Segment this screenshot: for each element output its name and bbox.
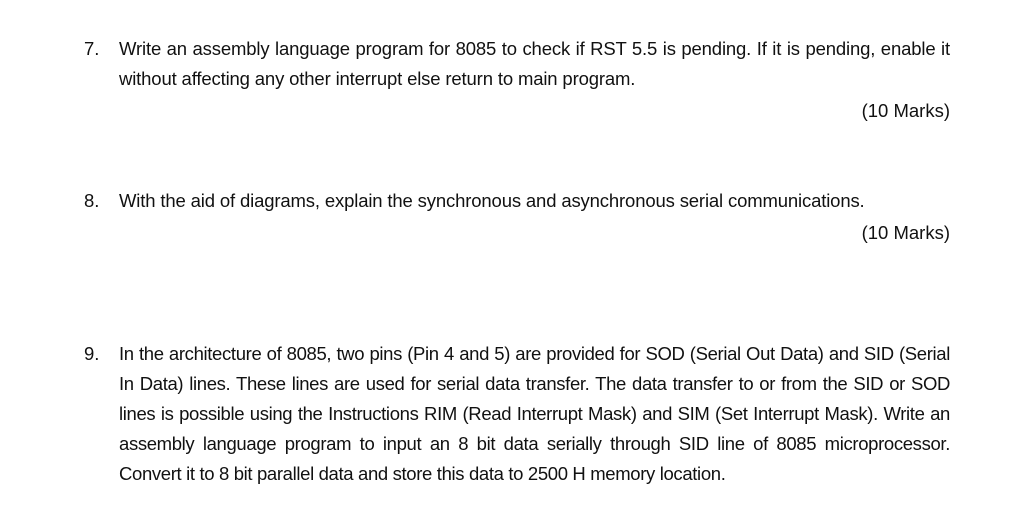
question-number: 8. <box>84 190 100 211</box>
question-8: 8. With the aid of diagrams, explain the… <box>84 186 950 248</box>
question-9: 9. In the architecture of 8085, two pins… <box>84 339 950 489</box>
question-7: 7. Write an assembly language program fo… <box>84 34 950 126</box>
question-text: With the aid of diagrams, explain the sy… <box>119 190 865 211</box>
question-row: 9. In the architecture of 8085, two pins… <box>84 339 950 489</box>
question-row: 7. Write an assembly language program fo… <box>84 34 950 94</box>
question-marks: (10 Marks) <box>861 222 950 243</box>
question-row: 8. With the aid of diagrams, explain the… <box>84 186 950 216</box>
question-text: Write an assembly language program for 8… <box>119 38 950 89</box>
question-marks: (10 Marks) <box>861 100 950 121</box>
question-number: 9. <box>84 343 100 364</box>
question-text: In the architecture of 8085, two pins (P… <box>119 343 950 484</box>
question-number: 7. <box>84 38 100 59</box>
